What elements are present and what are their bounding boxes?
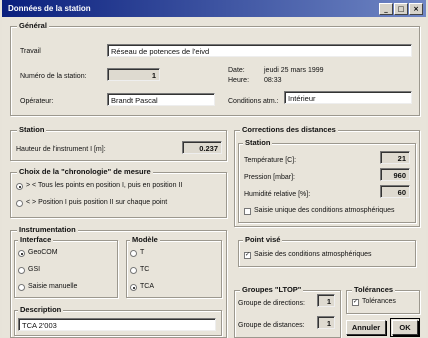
corrections-station-legend: Station [243,138,273,147]
interface-legend: Interface [18,235,54,244]
modele-tca-label: TCA [140,283,154,290]
humidite-label: Humidité relative [%]: [244,191,311,198]
interface-manual-radio[interactable] [18,284,25,291]
instrumentation-legend: Instrumentation [17,225,78,234]
pression-label: Pression [mbar]: [244,174,295,181]
interface-geocom-radio[interactable] [18,250,25,257]
modele-legend: Modèle [130,235,160,244]
groupes-legend: Groupes "LTOP" [240,285,304,294]
directions-field[interactable]: 1 [317,294,335,307]
heure-label: Heure: [228,77,250,84]
conditions-field[interactable]: Intérieur [284,91,412,104]
close-icon[interactable]: × [409,3,423,15]
description-legend: Description [18,305,64,314]
directions-label: Groupe de directions: [238,300,305,307]
title-bar: Données de la station _ □ × [2,0,426,17]
cancel-button[interactable]: Annuler [346,320,386,335]
modele-tca-radio[interactable] [130,284,137,291]
minimize-icon[interactable]: _ [379,3,393,15]
station-number-label: Numéro de la station: [20,73,87,80]
temperature-label: Température [C]: [244,157,297,164]
tolerances-legend: Tolérances [352,285,396,294]
date-value: jeudi 25 mars 1999 [264,67,324,74]
tolerances-checkbox[interactable]: ✓ [352,299,359,306]
distances-label: Groupe de distances: [238,322,305,329]
general-legend: Général [17,21,49,30]
conditions-label: Conditions atm.: [228,98,279,105]
heure-value: 08:33 [264,77,282,84]
tolerances-label: Tolérances [362,298,396,305]
operateur-label: Opérateur: [20,98,54,105]
hauteur-field[interactable]: 0.237 [182,141,222,154]
chronologie-legend: Choix de la "chronologie" de mesure [17,167,153,176]
travail-label: Travail [20,48,41,55]
pression-field[interactable]: 960 [380,168,410,181]
modele-tc-radio[interactable] [130,267,137,274]
hauteur-label: Hauteur de l'instrument I [m]: [16,146,106,153]
humidite-field[interactable]: 60 [380,185,410,198]
window-title: Données de la station [8,4,91,13]
station-number-field[interactable]: 1 [107,68,160,81]
maximize-icon[interactable]: □ [394,3,408,15]
saisie-unique-checkbox[interactable] [244,208,251,215]
interface-geocom-label: GeoCOM [28,249,58,256]
operateur-field[interactable]: Brandt Pascal [107,93,215,106]
travail-field[interactable]: Réseau de potences de l'eivd [107,44,412,57]
interface-manual-label: Saisie manuelle [28,283,78,290]
distances-field[interactable]: 1 [317,316,335,329]
ok-button[interactable]: OK [390,318,420,337]
station-data-dialog: Données de la station _ □ × Général Trav… [2,0,426,338]
interface-gsi-radio[interactable] [18,267,25,274]
description-field[interactable]: TCA 2'003 [18,318,216,331]
point-vise-label: Saisie des conditions atmosphériques [254,251,372,258]
chronologie-option-1-radio[interactable] [16,183,23,190]
modele-tc-label: TC [140,266,150,273]
station-legend: Station [17,125,47,134]
temperature-field[interactable]: 21 [380,151,410,164]
point-vise-legend: Point visé [243,235,283,244]
date-label: Date: [228,67,245,74]
modele-t-label: T [140,249,145,256]
saisie-unique-label: Saisie unique des conditions atmosphériq… [254,207,395,214]
corrections-legend: Corrections des distances [240,125,338,134]
chronologie-option-2-radio[interactable] [16,200,23,207]
chronologie-group [10,172,227,218]
chronologie-option-1-label: > < Tous les points en position I, puis … [26,182,183,189]
chronologie-option-2-label: < > Position I puis position II sur chaq… [26,199,168,206]
interface-gsi-label: GSI [28,266,41,273]
modele-t-radio[interactable] [130,250,137,257]
point-vise-checkbox[interactable]: ✓ [244,252,251,259]
